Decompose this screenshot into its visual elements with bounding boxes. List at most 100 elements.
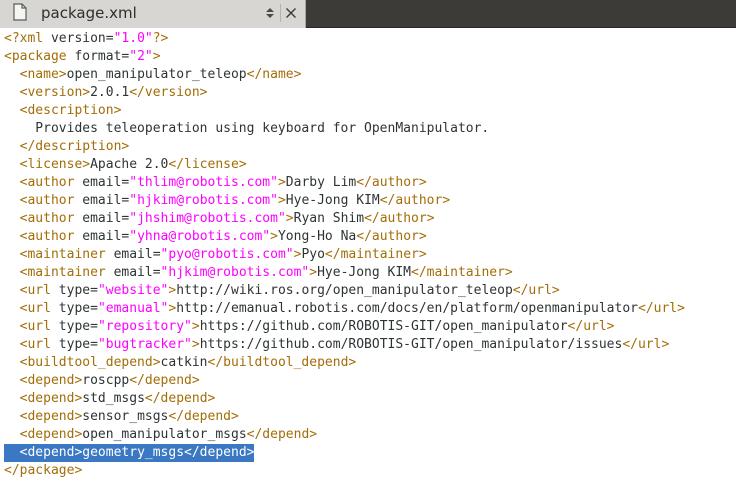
code-line[interactable]: <depend>sensor_msgs</depend> [4,408,239,426]
code-token: </author> [379,193,451,208]
code-token: </author> [364,211,435,226]
chevron-updown-icon[interactable] [264,5,276,21]
code-token: > [152,49,161,64]
code-token: email= [74,193,130,208]
code-token: "yhna@robotis.com" [129,229,271,244]
code-token: "hjkim@robotis.com" [160,265,310,280]
code-line[interactable]: <?xml version="1.0"?> [4,30,168,48]
code-token: <depend> [4,391,83,406]
code-line[interactable]: <author email="jhshim@robotis.com">Ryan … [4,210,435,228]
code-line[interactable]: <url type="repository">https://github.co… [4,318,615,336]
code-token: <author [4,175,75,190]
code-token: > [191,319,200,334]
code-token: version= [43,31,114,46]
code-line[interactable]: <description> [4,102,122,120]
code-token: <author [4,193,75,208]
code-token: <maintainer [4,247,106,262]
tab-divider [280,4,281,22]
code-token: </description> [4,139,130,154]
code-token: "website" [97,283,169,298]
code-token: catkin [160,355,208,370]
code-token: <?xml [4,31,44,46]
code-token: <depend> [4,445,83,460]
code-line[interactable]: <package format="2"> [4,48,161,66]
code-line[interactable]: <depend>roscpp</depend> [4,372,200,390]
code-line[interactable]: </description> [4,138,130,156]
code-token: </license> [168,157,247,172]
code-line[interactable]: <author email="thlim@robotis.com">Darby … [4,174,427,192]
code-token: </depend> [184,445,255,460]
code-token: "bugtracker" [97,337,192,352]
code-token: > [285,211,294,226]
code-token: "emanual" [97,301,169,316]
code-token: Ryan Shim [293,211,365,226]
code-line[interactable]: <maintainer email="hjkim@robotis.com">Hy… [4,264,513,282]
code-token: Darby Lim [285,175,357,190]
code-line[interactable]: <version>2.0.1</version> [4,84,208,102]
code-token: </maintainer> [411,265,513,280]
code-token: > [277,175,286,190]
code-token: open_manipulator_msgs [82,427,247,442]
code-line[interactable]: Provides teleoperation using keyboard fo… [4,120,489,138]
code-token: </depend> [129,373,200,388]
code-line[interactable]: <url type="emanual">http://emanual.robot… [4,300,685,318]
code-token: </author> [356,229,427,244]
code-token: "repository" [97,319,192,334]
close-icon[interactable] [285,7,297,19]
code-token: </url> [638,301,685,316]
tab-package-xml[interactable]: package.xml [0,0,306,28]
code-token: <author [4,211,75,226]
code-token: > [277,193,286,208]
code-token: "1.0" [113,31,153,46]
code-token: format= [66,49,130,64]
code-token: </version> [129,85,208,100]
code-token: type= [50,301,98,316]
code-token: "thlim@robotis.com" [129,175,278,190]
code-token: <buildtool_depend> [4,355,161,370]
code-token: "2" [129,49,153,64]
code-token: ?> [152,31,169,46]
code-token: </author> [356,175,427,190]
code-token: 2.0.1 [90,85,130,100]
code-token: type= [50,283,98,298]
code-token: std_msgs [82,391,145,406]
code-line[interactable]: <license>Apache 2.0</license> [4,156,247,174]
code-token: <name> [4,67,67,82]
code-token: </url> [567,319,615,334]
code-token: http://wiki.ros.org/open_manipulator_tel… [176,283,513,298]
code-line[interactable]: <url type="website">http://wiki.ros.org/… [4,282,560,300]
code-token: <maintainer [4,265,106,280]
code-token: Provides teleoperation using keyboard fo… [4,121,490,136]
code-line[interactable]: <url type="bugtracker">https://github.co… [4,336,670,354]
code-token: Hye-Jong KIM [317,265,412,280]
code-token: open_manipulator_teleop [66,67,247,82]
code-editor[interactable]: <?xml version="1.0"?> <package format="2"… [0,28,736,485]
code-token: geometry_msgs [82,445,185,460]
code-line[interactable]: <buildtool_depend>catkin</buildtool_depe… [4,354,357,372]
code-line[interactable]: <depend>geometry_msgs</depend> [4,444,255,462]
code-line[interactable]: <name>open_manipulator_teleop</name> [4,66,302,84]
code-token: Apache 2.0 [90,157,169,172]
code-token: <author [4,229,75,244]
tab-title: package.xml [41,4,137,22]
code-line[interactable]: <maintainer email="pyo@robotis.com">Pyo<… [4,246,427,264]
code-token: "hjkim@robotis.com" [129,193,278,208]
code-line[interactable]: <depend>std_msgs</depend> [4,390,216,408]
code-token: <depend> [4,409,83,424]
code-token: </package> [4,463,83,478]
code-token: "pyo@robotis.com" [160,247,294,262]
code-token: <package [4,49,67,64]
code-line[interactable]: <depend>open_manipulator_msgs</depend> [4,426,317,444]
code-token: </depend> [144,391,216,406]
code-token: email= [105,247,161,262]
code-token: roscpp [82,373,130,388]
code-token: <url [4,301,51,316]
code-token: sensor_msgs [82,409,169,424]
code-token: <depend> [4,427,83,442]
code-line[interactable]: <author email="hjkim@robotis.com">Hye-Jo… [4,192,451,210]
code-line[interactable]: <author email="yhna@robotis.com">Yong-Ho… [4,228,427,246]
code-token: </url> [512,283,560,298]
code-token: https://github.com/ROBOTIS-GIT/open_mani… [199,319,568,334]
code-line[interactable]: </package> [4,462,82,480]
code-token: email= [74,211,130,226]
